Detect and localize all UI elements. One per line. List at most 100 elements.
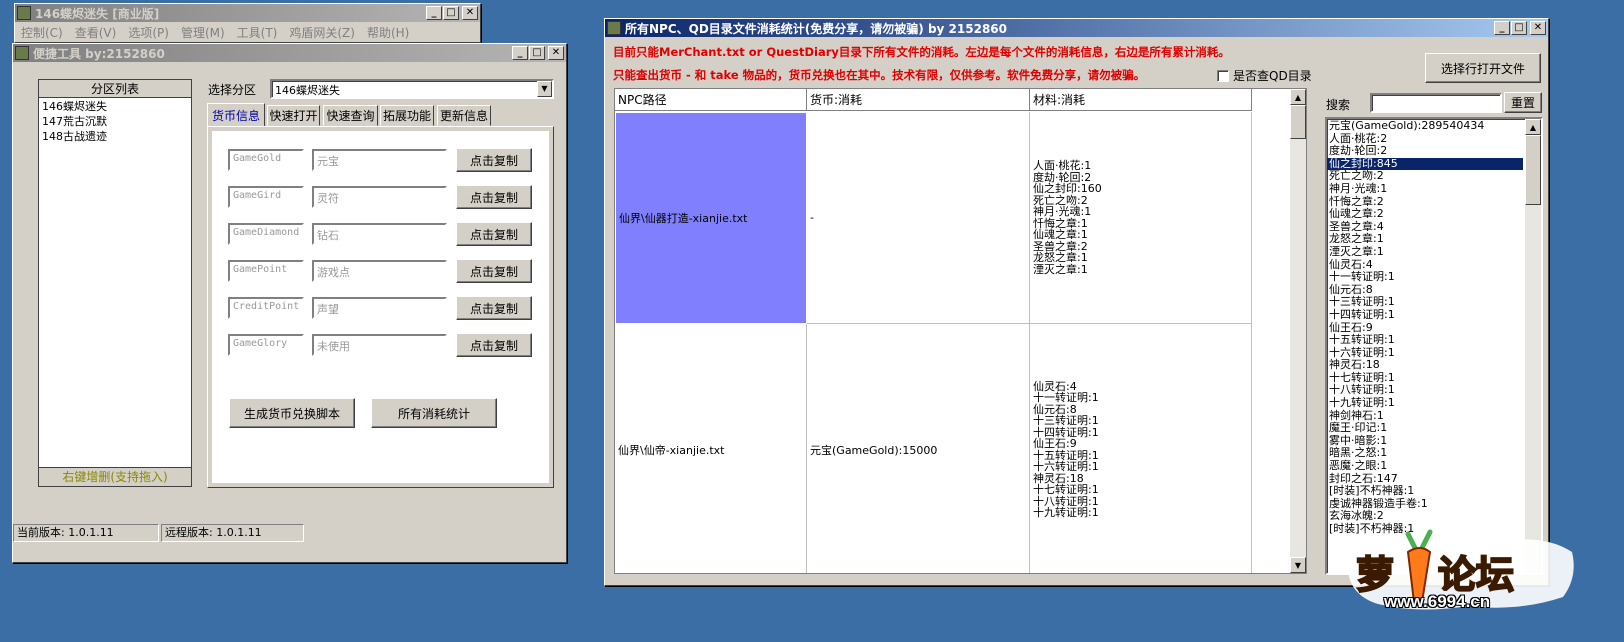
totals-scrollbar[interactable]: ▲ <box>1525 119 1541 573</box>
currency-code-field[interactable]: CreditPoint <box>228 297 304 319</box>
partition-select-value: 146蝶烬迷失 <box>275 84 340 97</box>
copy-button[interactable]: 点击复制 <box>456 185 532 209</box>
list-item[interactable]: 度劫·轮回:2 <box>1327 145 1523 158</box>
currency-name-field[interactable]: 钻石 <box>312 223 447 245</box>
currency-name-field[interactable]: 声望 <box>312 297 447 319</box>
currency-code-field[interactable]: GameDiamond <box>228 223 304 245</box>
list-item[interactable]: 元宝(GameGold):289540434 <box>1327 119 1523 133</box>
list-item[interactable]: [时装]不朽神器:1 <box>1327 485 1523 498</box>
qd-checkbox-label: 是否查QD目录 <box>1233 69 1312 83</box>
menu-view[interactable]: 查看(V) <box>75 24 117 41</box>
table-cell-materials[interactable]: 人面·桃花:1 度劫·轮回:2 仙之封印:160 死亡之吻:2 神月·光魂:1 … <box>1030 112 1252 324</box>
copy-button[interactable]: 点击复制 <box>456 148 532 172</box>
list-item[interactable]: 神灵石:18 <box>1327 359 1523 372</box>
maximize-icon[interactable]: □ <box>443 6 459 20</box>
reset-button[interactable]: 重置 <box>1504 92 1542 113</box>
currency-code-field[interactable]: GamePoint <box>228 260 304 282</box>
currency-name-field[interactable]: 灵符 <box>312 186 447 208</box>
table-cell-materials[interactable]: 仙灵石:4 十一转证明:1 仙元石:8 十三转证明:1 十四转证明:1 仙王石:… <box>1030 324 1252 573</box>
tab-extensions[interactable]: 拓展功能 <box>380 105 434 126</box>
menu-gateway[interactable]: 鸡盾网关(Z) <box>289 24 355 41</box>
scroll-up-icon[interactable]: ▲ <box>1525 119 1541 135</box>
list-item[interactable]: 147荒古沉默 <box>39 114 191 129</box>
list-item[interactable]: 湮灭之章:1 <box>1327 245 1523 259</box>
remote-version: 远程版本: 1.0.1.11 <box>161 524 304 542</box>
list-item[interactable]: 十九转证明:1 <box>1327 396 1523 410</box>
minimize-icon[interactable]: _ <box>1494 21 1510 35</box>
main-menubar: 控制(C) 查看(V) 选项(P) 管理(M) 工具(T) 鸡盾网关(Z) 帮助… <box>15 22 480 42</box>
menu-options[interactable]: 选项(P) <box>128 24 169 41</box>
notice-line-2: 只能查出货币 - 和 take 物品的，货币兑换也在其中。技术有限，仅供参考。软… <box>613 68 1146 82</box>
maximize-icon[interactable]: □ <box>529 46 545 60</box>
scroll-thumb[interactable] <box>1290 105 1306 139</box>
stats-grid[interactable]: NPC路径 货币:消耗 材料:消耗 仙界\仙器打造-xianjie.txt - … <box>614 88 1307 574</box>
column-header-path[interactable]: NPC路径 <box>615 89 807 111</box>
copy-button[interactable]: 点击复制 <box>456 222 532 246</box>
list-item[interactable]: 仙魂之章:2 <box>1327 208 1523 221</box>
table-cell-currency[interactable]: - <box>807 112 1030 324</box>
scroll-up-icon[interactable]: ▲ <box>1290 89 1306 105</box>
tab-quick-open[interactable]: 快速打开 <box>267 105 320 126</box>
menu-control[interactable]: 控制(C) <box>21 24 63 41</box>
scroll-down-icon[interactable]: ▼ <box>1290 557 1306 573</box>
totals-list[interactable]: 元宝(GameGold):289540434 人面·桃花:2 度劫·轮回:2 仙之封印… <box>1325 117 1543 575</box>
column-header-currency[interactable]: 货币:消耗 <box>807 89 1030 111</box>
checkbox-box[interactable] <box>1217 69 1229 82</box>
list-item[interactable]: 十一转证明:1 <box>1327 271 1523 284</box>
table-cell-currency[interactable]: 元宝(GameGold):15000 <box>807 324 1030 573</box>
list-item[interactable]: 恶魔·之眼:1 <box>1327 459 1523 473</box>
table-cell-path[interactable]: 仙界\仙器打造-xianjie.txt <box>615 112 807 324</box>
close-icon[interactable]: ✕ <box>462 6 478 20</box>
chevron-down-icon[interactable]: ▼ <box>537 81 552 97</box>
copy-button[interactable]: 点击复制 <box>456 333 532 357</box>
close-icon[interactable]: ✕ <box>1530 21 1546 35</box>
tab-quick-query[interactable]: 快速查询 <box>323 105 378 126</box>
close-icon[interactable]: ✕ <box>548 46 564 60</box>
list-item[interactable]: 神月·光魂:1 <box>1327 182 1523 196</box>
column-header-materials[interactable]: 材料:消耗 <box>1030 89 1252 111</box>
partition-list[interactable]: 146蝶烬迷失 147荒古沉默 148古战遗迹 <box>39 98 191 468</box>
currency-code-field[interactable]: GameGird <box>228 186 304 208</box>
list-item[interactable]: 魔王·印记:1 <box>1327 422 1523 435</box>
list-item[interactable]: 十四转证明:1 <box>1327 308 1523 322</box>
list-item[interactable]: 148古战遗迹 <box>39 129 191 144</box>
main-window-titlebar[interactable]: 146蝶烬迷失 [商业版] _ □ ✕ <box>15 4 480 22</box>
stats-window-titlebar[interactable]: 所有NPC、QD目录文件消耗统计(免费分享，请勿被骗) by 2152860 _… <box>605 19 1548 37</box>
minimize-icon[interactable]: _ <box>426 6 442 20</box>
minimize-icon[interactable]: _ <box>512 46 528 60</box>
stats-window: 所有NPC、QD目录文件消耗统计(免费分享，请勿被骗) by 2152860 _… <box>604 18 1549 586</box>
maximize-icon[interactable]: □ <box>1511 21 1527 35</box>
copy-button[interactable]: 点击复制 <box>456 296 532 320</box>
generate-script-button[interactable]: 生成货币兑换脚本 <box>229 398 355 428</box>
partition-list-footer: 右键增删(支持拖入) <box>62 470 168 484</box>
currency-code-field[interactable]: GameGold <box>228 149 304 171</box>
scroll-thumb[interactable] <box>1525 135 1541 205</box>
notice-line-1: 目前只能MerChant.txt or QuestDiary目录下所有文件的消耗… <box>613 45 1230 59</box>
list-item[interactable]: 146蝶烬迷失 <box>39 99 191 114</box>
open-selected-file-button[interactable]: 选择行打开文件 <box>1425 53 1541 83</box>
grid-scrollbar[interactable]: ▲ ▼ <box>1290 89 1306 573</box>
app-icon <box>15 46 29 60</box>
tab-currency-info[interactable]: 货币信息 <box>207 103 265 126</box>
app-icon <box>607 21 621 35</box>
table-cell-path[interactable]: 仙界\仙帝-xianjie.txt <box>615 324 807 573</box>
copy-button[interactable]: 点击复制 <box>456 259 532 283</box>
qd-checkbox[interactable]: 是否查QD目录 <box>1217 67 1312 84</box>
menu-help[interactable]: 帮助(H) <box>367 24 409 41</box>
currency-name-field[interactable]: 未使用 <box>312 334 447 356</box>
current-version: 当前版本: 1.0.1.11 <box>13 524 159 542</box>
search-label: 搜索 <box>1326 98 1351 112</box>
partition-select[interactable]: 146蝶烬迷失 ▼ <box>270 79 554 99</box>
tools-window-titlebar[interactable]: 便捷工具 by:2152860 _ □ ✕ <box>13 44 566 62</box>
list-item[interactable]: 十五转证明:1 <box>1327 333 1523 347</box>
tab-strip: 货币信息 快速打开 快速查询 拓展功能 更新信息 <box>207 103 555 127</box>
tools-window-title: 便捷工具 by:2152860 <box>33 46 165 61</box>
search-input[interactable] <box>1370 93 1502 113</box>
currency-name-field[interactable]: 游戏点 <box>312 260 447 282</box>
menu-manage[interactable]: 管理(M) <box>181 24 225 41</box>
menu-tools[interactable]: 工具(T) <box>237 24 278 41</box>
currency-name-field[interactable]: 元宝 <box>312 149 447 171</box>
tab-update-info[interactable]: 更新信息 <box>437 105 491 126</box>
all-stats-button[interactable]: 所有消耗统计 <box>371 398 497 428</box>
currency-code-field[interactable]: GameGlory <box>228 334 304 356</box>
